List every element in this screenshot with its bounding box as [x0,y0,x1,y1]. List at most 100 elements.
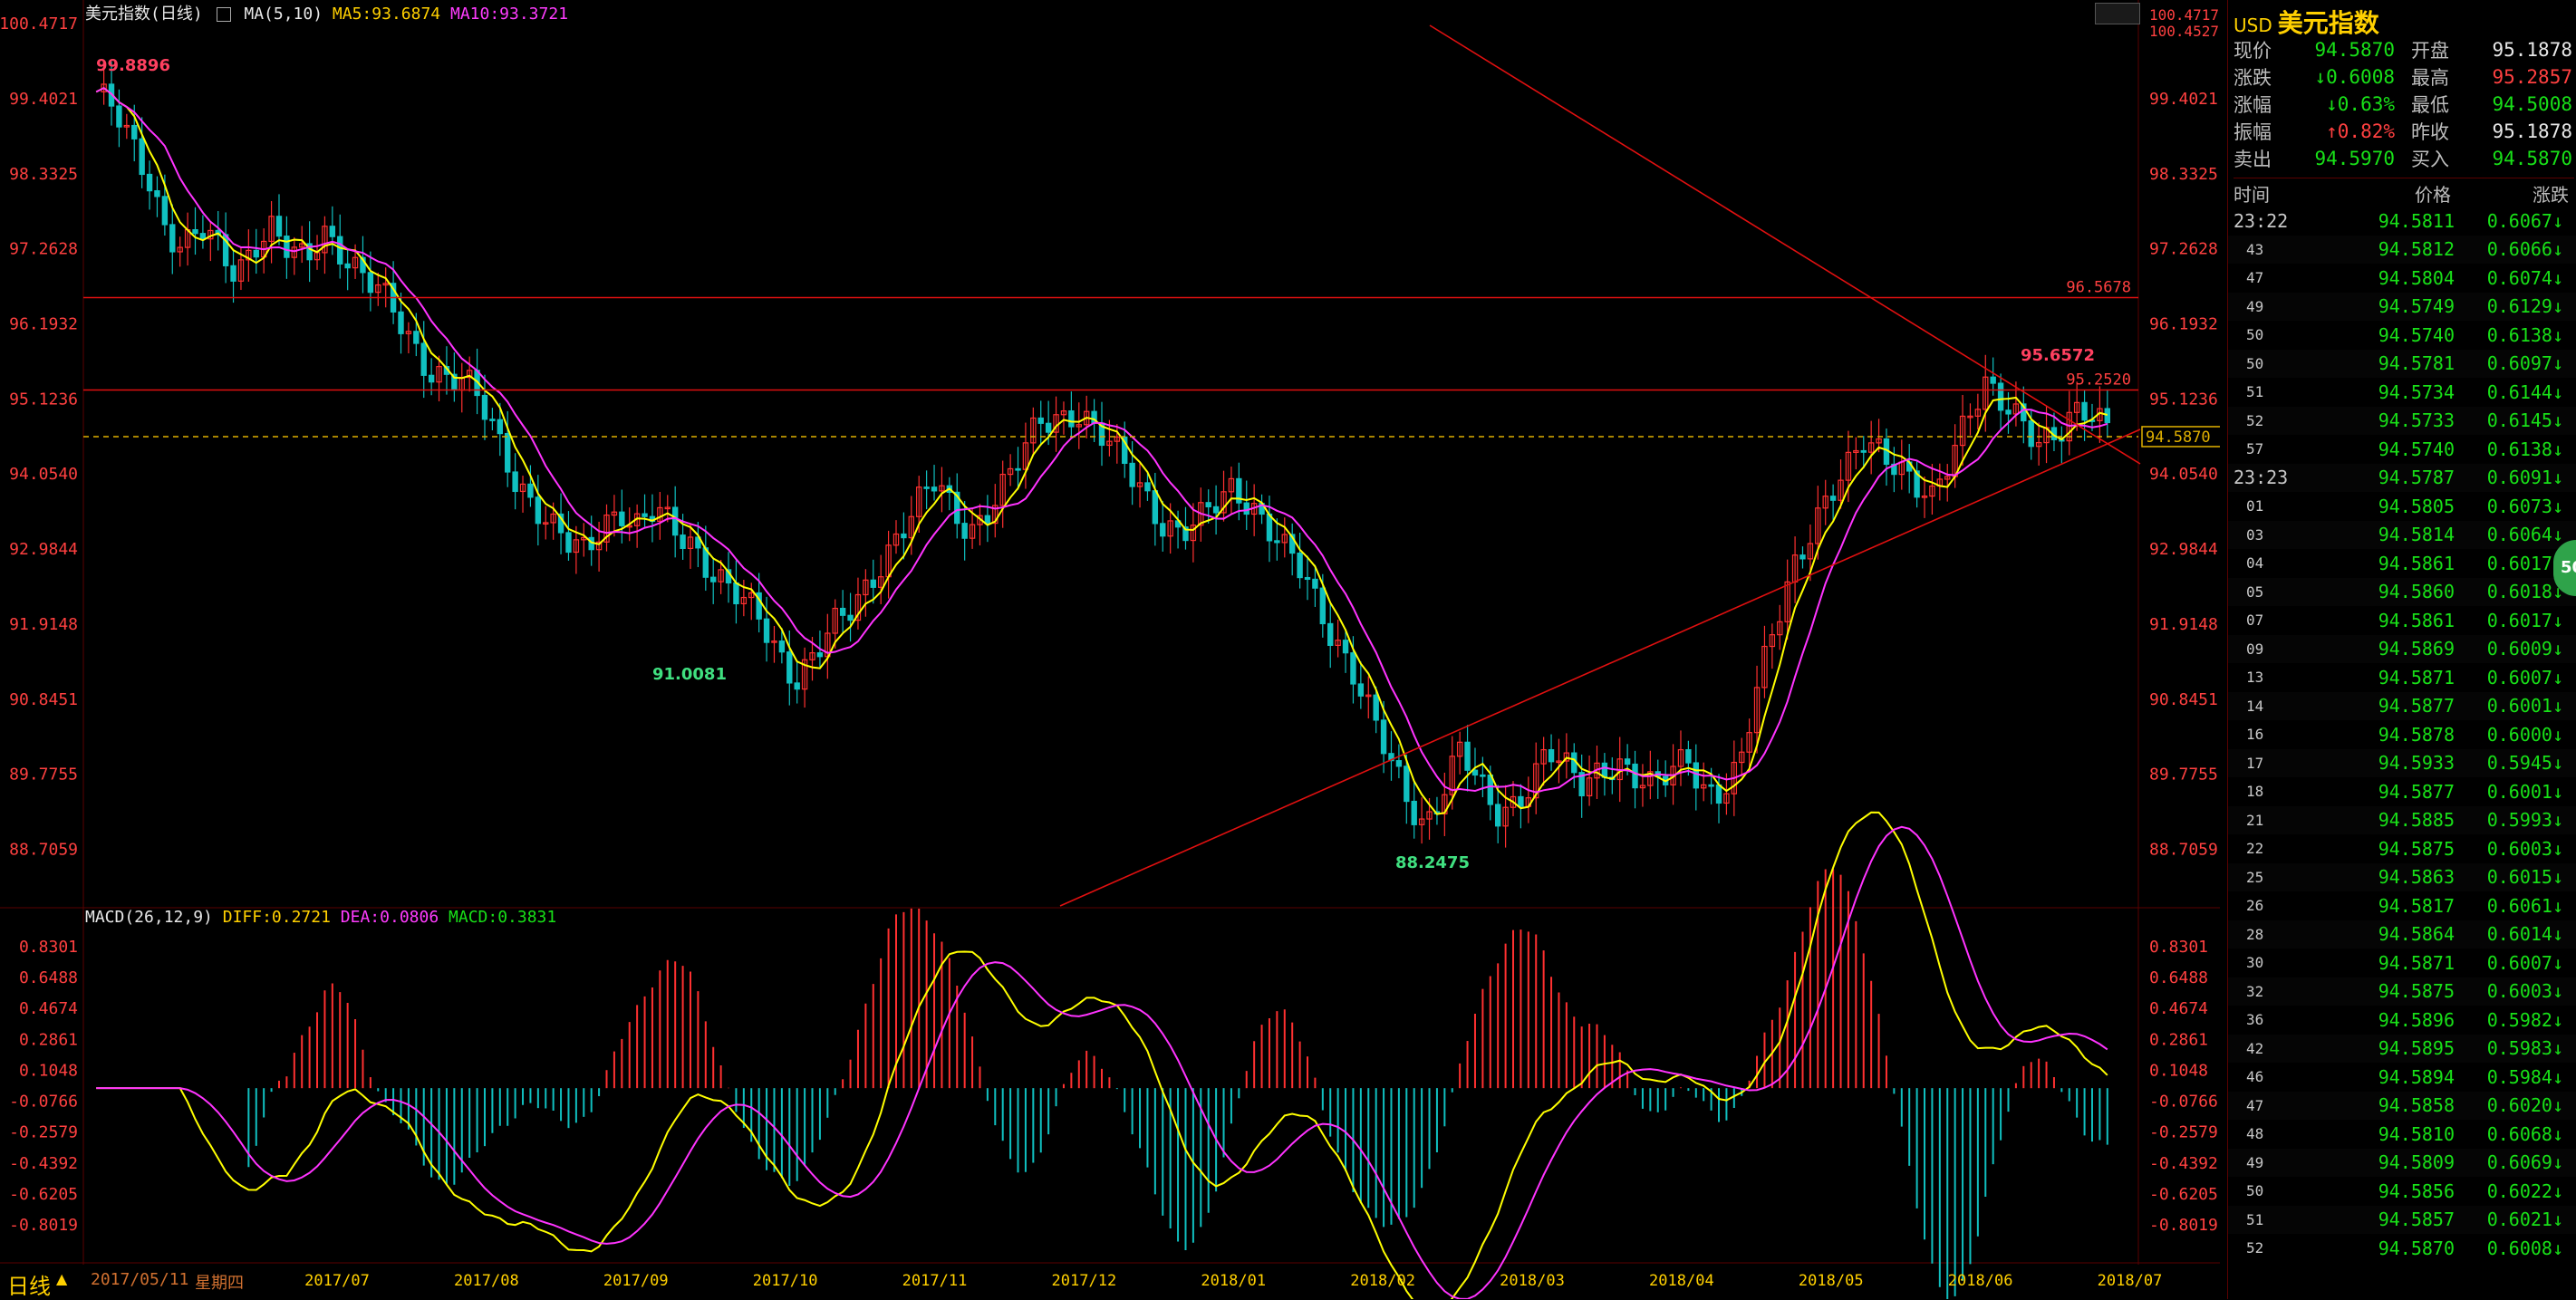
macd-axis-label-left: 0.4674 [19,999,78,1018]
candle-body [2005,409,2012,415]
candle-body [1494,804,1501,827]
candle-body [710,576,717,583]
tick-row: 42 94.5895 0.5983↓ [2228,1034,2576,1063]
tick-price: 94.5860 [2378,581,2455,603]
quote-symbol: USD [2233,14,2272,36]
macd-axis-label-right: -0.8019 [2149,1216,2218,1235]
candle-body [192,229,198,235]
tick-price: 94.5895 [2378,1037,2455,1060]
annotation-high: 99.8896 [96,56,170,75]
annotation-low: 88.2475 [1395,853,1470,872]
tick-change: 0.6138↓ [2486,323,2563,346]
tick-price: 94.5877 [2378,780,2455,803]
quote-label: 现价 [2233,40,2272,62]
candle-body [1380,719,1387,755]
quote-panel: USD 美元指数 现价 94.5870 开盘 95.1878 涨跌 ↓0.6008 最高 95.… [2227,0,2576,1299]
macd-diff-line [96,811,2108,1299]
tick-change: 0.6009↓ [2486,638,2563,660]
quote-value: ↓0.6008 [2314,66,2395,88]
tick-time: 51 [2246,1210,2264,1228]
tick-change: 0.6008↓ [2486,1237,2563,1259]
tick-time: 57 [2246,440,2264,458]
candle-body [139,138,145,176]
candle-body [1693,762,1699,789]
candle-body [1357,683,1365,697]
tick-time: 47 [2246,1096,2264,1114]
chart-tool-buttons[interactable] [2095,3,2140,24]
tick-change: 0.6017↓ [2486,609,2563,631]
tick-price: 94.5863 [2378,866,2455,889]
tick-time: 17 [2246,754,2264,772]
candle-body [1685,748,1692,764]
tick-price: 94.5894 [2378,1065,2455,1088]
tick-time: 32 [2246,982,2264,1000]
candle-body [1297,552,1303,579]
tick-change: 0.6020↓ [2486,1094,2563,1117]
candle-body [428,374,435,383]
candle-body [527,483,534,498]
tick-row: 18 94.5877 0.6001↓ [2228,777,2576,806]
tick-price: 94.5817 [2378,894,2455,917]
price-axis-label-left: 99.4021 [9,90,78,109]
tick-change: 0.6074↓ [2486,266,2563,289]
tick-change: 0.6073↓ [2486,495,2563,517]
period-selector[interactable]: 日线 [7,1268,51,1300]
candle-body [284,236,290,258]
tick-row: 05 94.5860 0.6018↓ [2228,577,2576,606]
price-axis-label-left: 90.8451 [9,690,78,709]
tick-row: 36 94.5896 0.5982↓ [2228,1006,2576,1035]
tick-time: 43 [2246,240,2264,258]
tick-row: 04 94.5861 0.6017↓ [2228,549,2576,578]
quote-value: 95.2857 [2492,66,2572,88]
tick-time: 09 [2246,640,2264,658]
macd-header: MACD(26,12,9) DIFF:0.2721 DEA:0.0806 MAC… [85,908,556,927]
candle-body [1548,748,1555,763]
tick-time: 21 [2246,811,2264,829]
macd-axis-label-right: -0.2579 [2149,1123,2218,1142]
kline-chart-area[interactable]: 100.4717 99.4021 99.4021 98.3325 98.3325 97.2… [0,0,2220,1299]
quote-label: 最低 [2411,94,2449,116]
annotation-recent-high: 95.6572 [2021,346,2095,365]
tick-row: 57 94.5740 0.6138↓ [2228,435,2576,464]
tick-time: 22 [2246,840,2264,858]
candle-body [923,486,930,489]
macd-axis-label-left: 0.2861 [19,1030,78,1049]
candle-body [116,105,122,128]
tick-change: 0.6018↓ [2486,581,2563,603]
tick-row: 28 94.5864 0.6014↓ [2228,920,2576,949]
tick-row: 03 94.5814 0.6064↓ [2228,520,2576,549]
tick-time: 25 [2246,868,2264,886]
toggle-icon[interactable] [216,7,231,22]
tick-time: 03 [2246,525,2264,544]
candle-body [1152,490,1159,525]
candle-body [1045,422,1052,433]
price-axis-label-left: 97.2628 [9,240,78,259]
tick-row: 52 94.5870 0.6008↓ [2228,1234,2576,1263]
macd-axis-label-right: -0.4392 [2149,1154,2218,1173]
tick-time: 23:23 [2233,467,2289,489]
period-dropdown-icon[interactable]: ▲ [56,1270,67,1287]
quote-value: 94.5870 [2314,39,2395,61]
ma10-value: MA10:93.3721 [449,5,569,24]
tick-change: 0.6007↓ [2486,951,2563,974]
candle-body [199,233,207,240]
candle-body [131,124,138,140]
tick-list[interactable]: 23:22 94.5811 0.6067↓ 43 94.5812 0.6066↓ 47 94.… [2228,207,2576,1263]
candle-body [901,533,907,539]
tick-price: 94.5811 [2378,209,2455,232]
quote-value: 94.5970 [2314,148,2395,169]
candle-body [1624,758,1631,766]
candle-body [497,419,504,435]
tick-change: 0.6014↓ [2486,923,2563,946]
tick-time: 26 [2246,897,2264,915]
macd-axis-label-left: -0.0766 [9,1093,78,1112]
tick-header-time: 时间 [2233,184,2270,206]
quote-label: 振幅 [2233,121,2272,143]
candle-body [1487,775,1493,805]
tick-change: 0.5984↓ [2486,1065,2563,1088]
annotation-low: 91.0081 [652,665,727,684]
price-axis-label-right: 91.9148 [2149,615,2218,634]
kline-chart[interactable]: 100.4717 99.4021 99.4021 98.3325 98.3325 97.2… [0,0,2220,1299]
tick-row: 01 94.5805 0.6073↓ [2228,492,2576,521]
tick-row: 51 94.5734 0.6144↓ [2228,378,2576,407]
